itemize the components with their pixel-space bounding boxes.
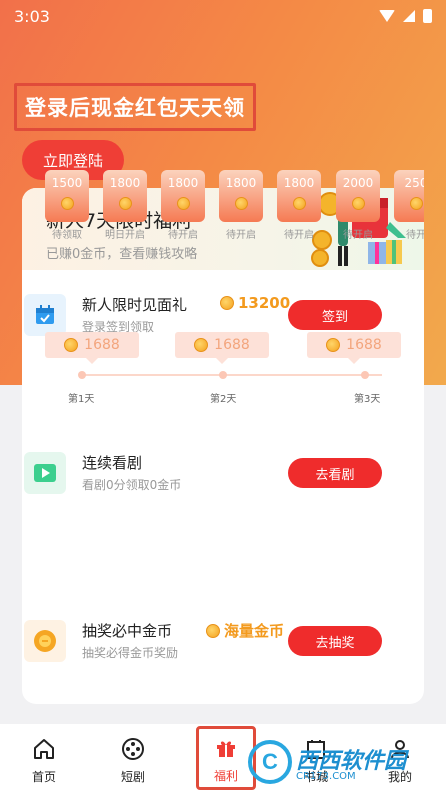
lottery-desc: 抽奖必得金币奖励 [82, 646, 179, 660]
sign-in-button[interactable]: 签到 [288, 300, 382, 330]
status-bar: 3:03 [0, 0, 446, 32]
coin-icon [206, 623, 220, 638]
daily-reward-day-6[interactable]: 2000 待开启 [336, 170, 380, 241]
progress-dot [219, 371, 227, 379]
newbie-reward: 13200 [220, 294, 290, 312]
progress-dot [78, 371, 86, 379]
tab-label: 短剧 [120, 770, 145, 784]
daily-reward-label: 待开启 [343, 230, 373, 241]
calendar-icon [24, 294, 66, 336]
watch-drama-title: 连续看剧 [82, 454, 143, 472]
daily-reward-day-4[interactable]: 1800 待开启 [219, 170, 263, 241]
battery-icon [423, 9, 432, 23]
lottery-button[interactable]: 去抽奖 [288, 626, 382, 656]
daily-reward-value: 1800 [225, 176, 257, 190]
daily-reward-day-2[interactable]: 1800 明日开启 [103, 170, 147, 241]
watermark-title: 西西软件园 [296, 748, 407, 774]
daily-reward-day-3[interactable]: 1800 待开启 [161, 170, 205, 241]
daily-reward-label: 明日开启 [105, 230, 145, 241]
coin-icon [351, 197, 365, 210]
progress-day-label: 第2天 [210, 394, 237, 405]
daily-reward-label: 待开启 [284, 230, 314, 241]
watermark-logo-icon: C [248, 740, 292, 784]
coin-icon [409, 197, 423, 210]
daily-reward-day-5[interactable]: 1800 待开启 [277, 170, 321, 241]
progress-reward-amount: 1688 [346, 337, 382, 353]
coin-icon [60, 197, 74, 210]
watch-progress: 1688 1688 1688 第1天 第2天 第3天 [22, 332, 424, 412]
progress-reward-1: 1688 [45, 332, 139, 364]
daily-reward-label: 待开启 [226, 230, 256, 241]
coin-icon [220, 296, 234, 310]
daily-reward-value: 1800 [167, 176, 199, 190]
lottery-coin-icon [24, 620, 66, 662]
coin-icon [118, 197, 132, 210]
home-icon [31, 736, 57, 762]
newbie-gift-title: 新人限时见面礼 [82, 296, 188, 314]
progress-day-label: 第1天 [68, 394, 95, 405]
daily-reward-list: 1500 待领取 1800 明日开启 1800 待开启 1800 待开启 180… [22, 170, 424, 246]
tab-label: 首页 [31, 770, 56, 784]
daily-reward-label: 待领取 [52, 230, 82, 241]
watch-drama-desc: 看剧0分领取0金币 [82, 478, 182, 492]
lottery-row: 抽奖必中金币 海量金币 抽奖必得金币奖励 去抽奖 [24, 620, 382, 664]
progress-dot [361, 371, 369, 379]
progress-reward-2: 1688 [175, 332, 269, 364]
lottery-reward-text: 海量金币 [224, 622, 285, 640]
watch-drama-row: 连续看剧 看剧0分领取0金币 去看剧 [24, 452, 382, 496]
coin-icon [234, 197, 248, 210]
tab-label: 福利 [213, 769, 238, 783]
status-time: 3:03 [14, 6, 50, 26]
daily-reward-value: 2000 [342, 176, 374, 190]
coin-icon [326, 338, 341, 352]
progress-reward-3: 1688 [307, 332, 401, 364]
hero-headline: 登录后现金红包天天领 [14, 83, 256, 131]
daily-reward-value: 1500 [51, 176, 83, 190]
daily-reward-value: 1800 [109, 176, 141, 190]
lottery-reward: 海量金币 [206, 620, 284, 641]
daily-reward-day-7[interactable]: 250 待开 [394, 170, 424, 241]
tab-welfare[interactable]: 福利 [196, 726, 256, 790]
daily-reward-label: 待开 [406, 230, 424, 241]
progress-track [82, 374, 382, 376]
coin-icon [64, 338, 79, 352]
daily-reward-day-1[interactable]: 1500 待领取 [45, 170, 89, 241]
coin-icon [292, 197, 306, 210]
gift-icon [213, 735, 239, 761]
lottery-title: 抽奖必中金币 [82, 622, 173, 640]
progress-reward-amount: 1688 [214, 337, 250, 353]
site-watermark: C 西西软件园 CR173.COM [248, 735, 440, 789]
progress-day-label: 第3天 [354, 394, 381, 405]
wifi-icon [379, 10, 395, 22]
newbie-reward-amount: 13200 [238, 294, 291, 312]
play-video-icon [24, 452, 66, 494]
coin-icon [176, 197, 190, 210]
signal-icon [403, 10, 415, 22]
coin-icon [194, 338, 209, 352]
film-reel-icon [120, 736, 146, 762]
daily-reward-label: 待开启 [168, 230, 198, 241]
daily-reward-value: 1800 [283, 176, 315, 190]
daily-reward-value: 250 [404, 176, 424, 190]
watch-drama-button[interactable]: 去看剧 [288, 458, 382, 488]
progress-reward-amount: 1688 [84, 337, 120, 353]
tab-home[interactable]: 首页 [4, 730, 84, 790]
tab-drama[interactable]: 短剧 [93, 730, 173, 790]
